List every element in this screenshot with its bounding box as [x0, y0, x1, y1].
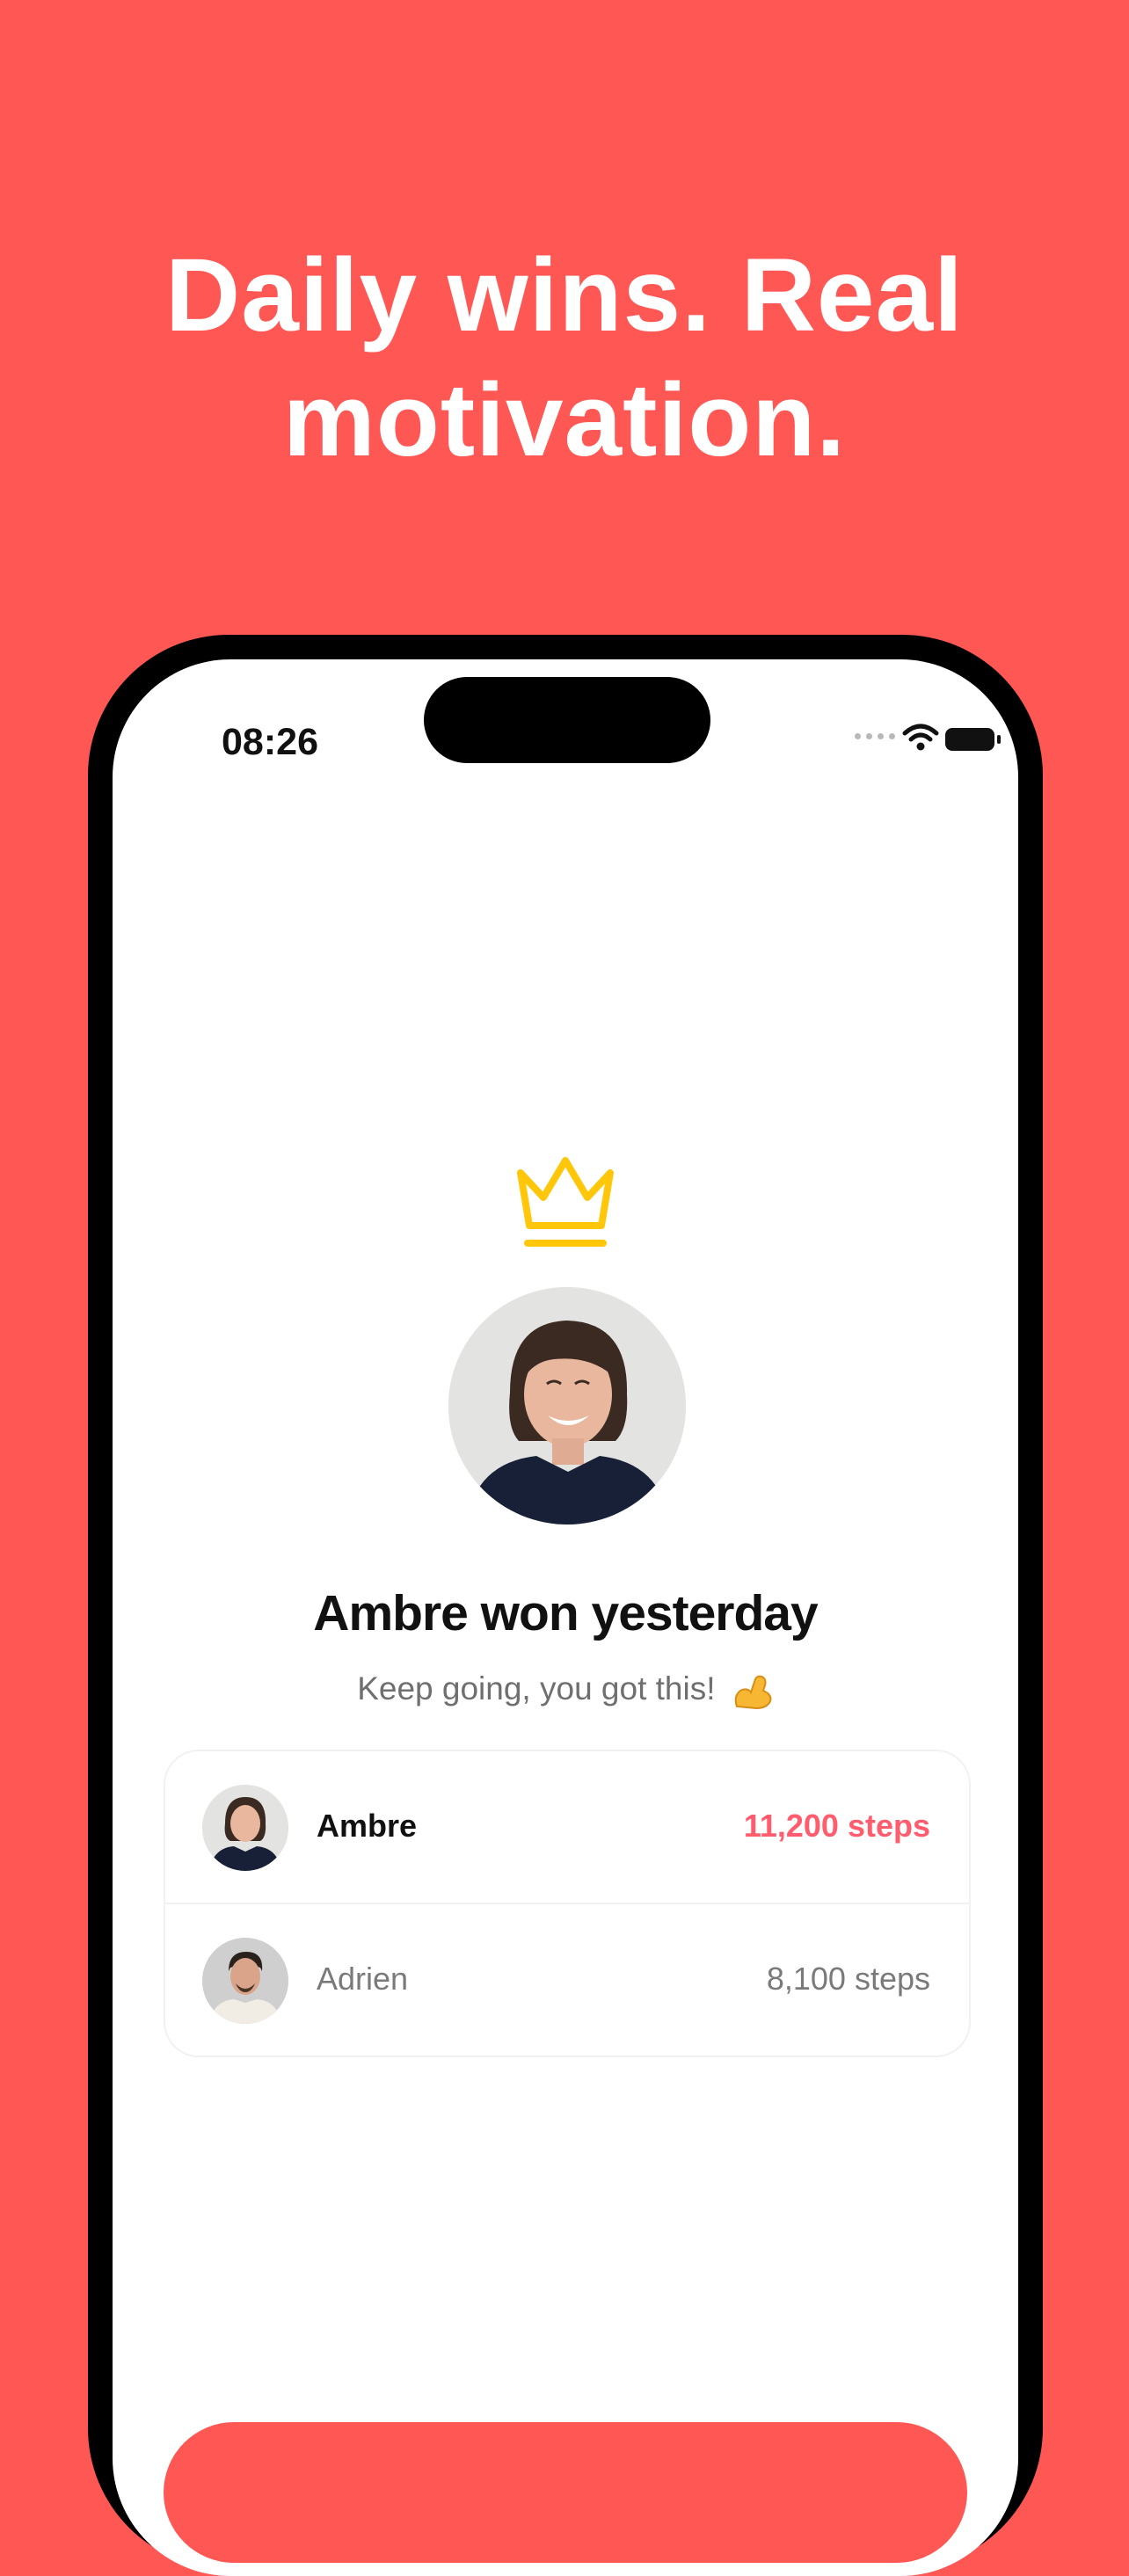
- avatar: [202, 1938, 288, 2024]
- phone-screen: 08:26 Ambre won yesterday Keep going, yo…: [113, 659, 1018, 2576]
- avatar: [202, 1785, 288, 1871]
- battery-icon: [945, 728, 1001, 751]
- status-indicators: [851, 723, 1001, 758]
- winner-subtitle: Keep going, you got this!: [113, 1670, 1018, 1710]
- headline-line-2: motivation.: [282, 362, 847, 478]
- crown-icon: [517, 1157, 614, 1247]
- leaderboard-card: Ambre 11,200 steps Adrien 8,100 steps: [164, 1750, 971, 2057]
- leaderboard-row[interactable]: Adrien 8,100 steps: [165, 1904, 969, 2056]
- row-name: Ambre: [317, 1808, 418, 1844]
- phone-frame: 08:26 Ambre won yesterday Keep going, yo…: [88, 635, 1043, 2576]
- row-steps: 8,100 steps: [766, 1961, 930, 1997]
- status-time: 08:26: [222, 721, 318, 763]
- dynamic-island: [424, 677, 710, 763]
- wifi-icon: [902, 724, 939, 751]
- flexed-biceps-icon: [734, 1675, 772, 1710]
- winner-title: Ambre won yesterday: [313, 1585, 818, 1641]
- bottom-action-button[interactable]: [164, 2422, 967, 2563]
- promo-headline: Daily wins. Real motivation.: [0, 233, 1129, 483]
- winner-subtitle-text: Keep going, you got this!: [357, 1670, 716, 1706]
- winner-avatar: [448, 1287, 686, 1524]
- headline-line-1: Daily wins. Real: [165, 237, 964, 353]
- leaderboard-row[interactable]: Ambre 11,200 steps: [165, 1751, 969, 1904]
- row-name: Adrien: [317, 1961, 409, 1997]
- row-steps: 11,200 steps: [743, 1808, 930, 1844]
- cellular-signal-icon: [855, 733, 895, 739]
